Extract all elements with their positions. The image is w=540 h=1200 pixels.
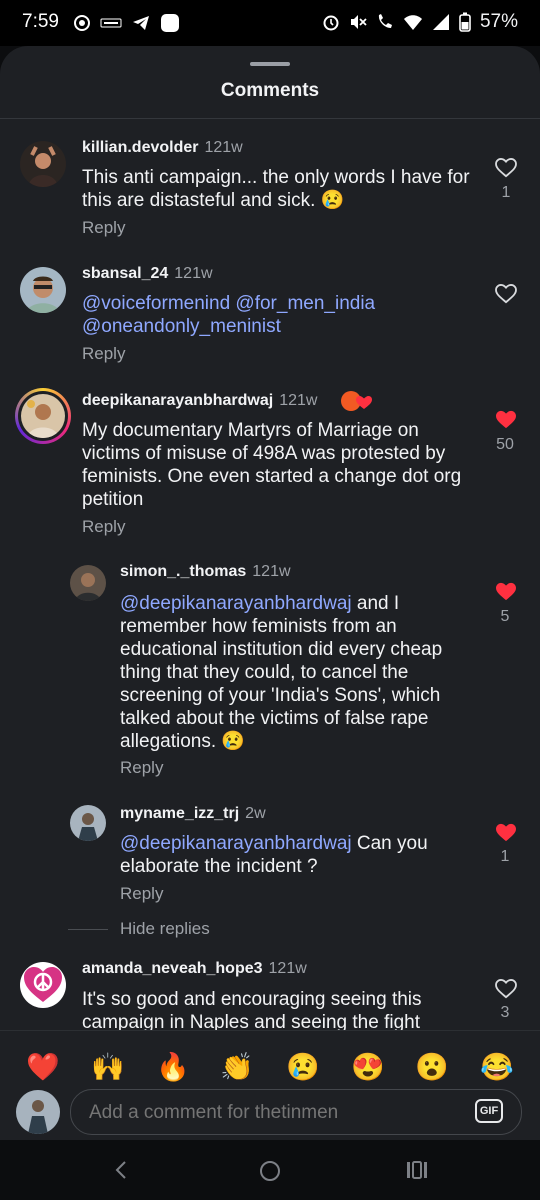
reaction-red-heart[interactable]: ❤️ [23, 1051, 63, 1083]
avatar[interactable] [70, 565, 106, 601]
notification-icons [74, 13, 180, 33]
reaction-surprised[interactable]: 😮 [412, 1051, 452, 1083]
like-count: 5 [500, 608, 510, 625]
telegram-icon [133, 16, 149, 30]
reply-button[interactable]: Reply [82, 517, 125, 537]
comment-time: 121w [174, 265, 213, 282]
comment-composer: GIF [70, 1089, 522, 1135]
like-count: 3 [500, 1004, 510, 1021]
mention-link[interactable]: @deepikanarayanbhardwaj [120, 833, 352, 854]
like-count: 1 [501, 184, 511, 201]
reply-button[interactable]: Reply [82, 218, 125, 238]
mention-link[interactable]: @for_men_india [235, 293, 375, 314]
avatar[interactable] [20, 141, 66, 187]
comment-username[interactable]: killian.devolder 121w [82, 139, 243, 157]
mention-link[interactable]: @deepikanarayanbhardwaj [120, 593, 352, 614]
reaction-raising-hands[interactable]: 🙌 [88, 1051, 128, 1083]
comment-time: 121w [268, 960, 307, 977]
comment-time: 121w [204, 139, 243, 156]
comment-text: @deepikanarayanbhardwaj and I remember h… [120, 593, 443, 752]
avatar-story-ring[interactable] [15, 388, 71, 444]
reply-button[interactable]: Reply [120, 758, 163, 778]
wifi-calling-icon [378, 14, 392, 28]
heart-icon[interactable] [495, 979, 517, 999]
reaction-clapping[interactable]: 👏 [217, 1051, 257, 1083]
app-square-icon [161, 14, 179, 32]
comment-text: @deepikanarayanbhardwaj Can you elaborat… [120, 833, 428, 877]
wifi-icon [403, 15, 422, 30]
like-count: 50 [496, 436, 514, 453]
drag-handle[interactable] [250, 62, 290, 66]
back-icon[interactable] [112, 1160, 132, 1180]
avatar[interactable] [20, 267, 66, 313]
mention-link[interactable]: @voiceformenind [82, 293, 230, 314]
battery-icon [459, 12, 471, 32]
mute-icon [350, 15, 367, 29]
comment-username[interactable]: simon_._thomas 121w [120, 563, 291, 581]
comment-text: @voiceformenind @for_men_india @oneandon… [82, 292, 472, 338]
system-nav-bar [0, 1140, 540, 1200]
reaction-heart-eyes[interactable]: 😍 [348, 1051, 388, 1083]
comment-text: It's so good and encouraging seeing this… [82, 989, 422, 1033]
hide-replies-line [68, 929, 108, 930]
comments-sheet: Comments killian.devolder 121w This anti … [0, 46, 540, 1140]
header-divider [0, 118, 540, 119]
hide-replies-button[interactable]: Hide replies [120, 919, 210, 939]
comment-username[interactable]: deepikanarayanbhardwaj 121w [82, 392, 317, 410]
status-bar: 7:59 57% [0, 0, 540, 46]
battery-percent: 57% [479, 11, 518, 32]
comment-text: This anti campaign... the only words I h… [82, 167, 470, 211]
recents-icon[interactable] [406, 1160, 428, 1180]
status-time: 7:59 [22, 11, 59, 32]
creator-liked-badge-icon [341, 391, 372, 411]
system-indicators: 57% [322, 11, 518, 33]
gif-button[interactable]: GIF [475, 1099, 503, 1123]
mention-link[interactable]: @oneandonly_meninist [82, 316, 281, 337]
comment-input[interactable] [89, 1102, 449, 1124]
comment-username[interactable]: amanda_neveah_hope3 121w [82, 960, 307, 978]
comment-time: 2w [245, 805, 266, 822]
comment-username[interactable]: sbansal_24 121w [82, 265, 213, 283]
avatar[interactable] [20, 962, 66, 1008]
heart-icon[interactable] [495, 284, 517, 304]
sheet-title: Comments [220, 80, 320, 101]
news-app-icon [100, 18, 122, 28]
home-icon[interactable] [259, 1160, 281, 1182]
heart-icon[interactable] [495, 410, 517, 430]
reaction-fire[interactable]: 🔥 [153, 1051, 193, 1083]
comment-text: My documentary Martyrs of Marriage on vi… [82, 420, 462, 510]
comment-time: 121w [279, 392, 318, 409]
comment-username[interactable]: myname_izz_trj 2w [120, 805, 266, 823]
reply-button[interactable]: Reply [120, 884, 163, 904]
reaction-laughing[interactable]: 😂 [477, 1051, 517, 1083]
signal-icon [432, 14, 449, 30]
heart-icon[interactable] [495, 582, 517, 602]
reaction-crying[interactable]: 😢 [283, 1051, 323, 1083]
heart-icon[interactable] [495, 158, 517, 178]
current-user-avatar [16, 1090, 60, 1134]
comment-time: 121w [252, 563, 291, 580]
avatar[interactable] [70, 805, 106, 841]
heart-icon[interactable] [495, 823, 517, 843]
reply-button[interactable]: Reply [82, 344, 125, 364]
chrome-icon [74, 15, 90, 31]
alarm-icon [323, 15, 339, 31]
like-count: 1 [500, 848, 510, 865]
